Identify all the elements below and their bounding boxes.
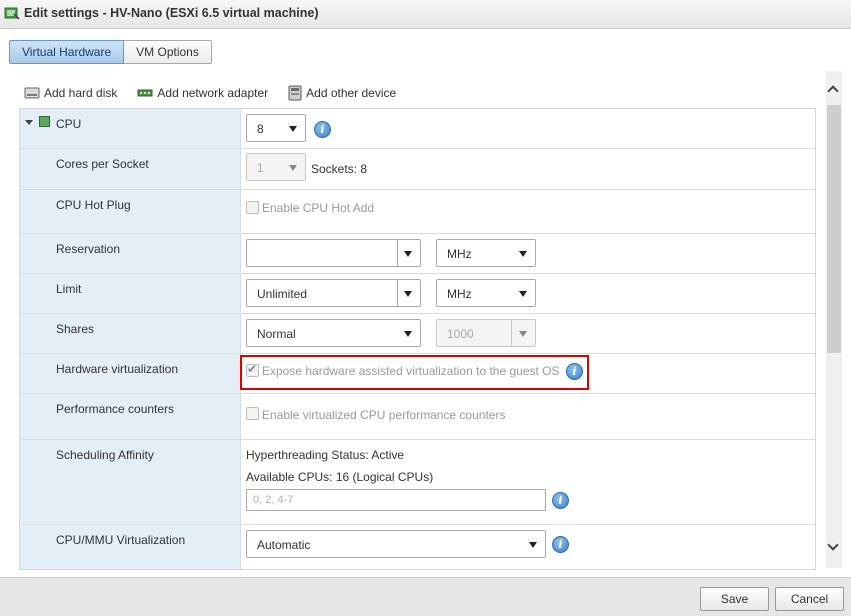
- dialog-footer: Save Cancel: [0, 577, 851, 616]
- limit-separator: [397, 280, 398, 306]
- add-other-device-button[interactable]: Add other device: [288, 85, 396, 101]
- chevron-down-icon: [519, 251, 527, 257]
- performance-counters-row: Performance counters Enable virtualized …: [20, 394, 815, 440]
- cpu-chip-icon: [39, 116, 50, 127]
- cores-per-socket-value: 1: [257, 161, 264, 175]
- shares-amount-combobox[interactable]: 1000: [436, 319, 536, 347]
- window-title: Edit settings - HV-Nano (ESXi 6.5 virtua…: [24, 6, 319, 20]
- shares-label-cell: Shares: [20, 314, 241, 353]
- add-hard-disk-button[interactable]: Add hard disk: [24, 86, 117, 100]
- cpu-mmu-virtualization-label-cell: CPU/MMU Virtualization: [20, 525, 241, 569]
- shares-amount-separator: [511, 320, 512, 346]
- add-network-adapter-label: Add network adapter: [157, 86, 269, 100]
- info-icon[interactable]: i: [314, 121, 331, 138]
- scheduling-affinity-label: Scheduling Affinity: [56, 448, 154, 462]
- tab-bar: Virtual Hardware VM Options: [9, 40, 212, 64]
- cores-per-socket-select[interactable]: 1: [246, 153, 306, 181]
- chevron-down-icon: [289, 165, 297, 171]
- cpu-label-cell: CPU: [20, 109, 241, 148]
- info-icon[interactable]: i: [552, 492, 569, 509]
- limit-row: Limit Unlimited MHz: [20, 274, 815, 314]
- shares-row: Shares Normal 1000: [20, 314, 815, 354]
- hardware-virtualization-label-cell: Hardware virtualization: [20, 354, 241, 393]
- network-adapter-icon: [137, 89, 153, 97]
- reservation-separator: [397, 240, 398, 266]
- reservation-label: Reservation: [56, 242, 121, 256]
- reservation-combobox[interactable]: [246, 239, 421, 267]
- cores-per-socket-label-cell: Cores per Socket: [20, 149, 241, 189]
- hardware-settings-grid: CPU 8 i Cores per Socket 1 Sockets: 8 CP…: [19, 108, 816, 570]
- cpu-row: CPU 8 i: [20, 109, 815, 149]
- shares-label: Shares: [56, 322, 95, 336]
- tab-virtual-hardware[interactable]: Virtual Hardware: [9, 40, 125, 64]
- performance-counters-checkbox[interactable]: [246, 407, 259, 420]
- cores-per-socket-row: Cores per Socket 1 Sockets: 8: [20, 149, 815, 190]
- limit-combobox[interactable]: Unlimited: [246, 279, 421, 307]
- scrollbar-thumb[interactable]: [827, 105, 841, 353]
- hyperthreading-status: Hyperthreading Status: Active: [246, 448, 405, 462]
- shares-amount-value: 1000: [447, 327, 474, 341]
- tab-vm-options[interactable]: VM Options: [124, 40, 212, 64]
- add-network-adapter-button[interactable]: Add network adapter: [137, 86, 268, 100]
- device-toolbar: Add hard disk Add network adapter Add ot…: [24, 85, 416, 101]
- add-other-device-label: Add other device: [306, 86, 397, 100]
- scheduling-affinity-row: Scheduling Affinity Hyperthreading Statu…: [20, 440, 815, 525]
- hard-disk-icon: [24, 87, 40, 99]
- vm-icon: [4, 7, 20, 20]
- shares-select[interactable]: Normal: [246, 319, 421, 347]
- title-bar: Edit settings - HV-Nano (ESXi 6.5 virtua…: [0, 0, 851, 29]
- chevron-down-icon: [289, 126, 297, 132]
- chevron-down-icon: [404, 251, 412, 257]
- limit-value: Unlimited: [257, 287, 308, 301]
- reservation-unit-select[interactable]: MHz: [436, 239, 536, 267]
- performance-counters-label: Performance counters: [56, 402, 175, 416]
- performance-counters-label-cell: Performance counters: [20, 394, 241, 439]
- chevron-down-icon: [529, 542, 537, 548]
- chevron-down-icon: [519, 291, 527, 297]
- chevron-down-icon[interactable]: [827, 539, 839, 551]
- chevron-down-icon: [404, 331, 412, 337]
- cancel-button[interactable]: Cancel: [775, 587, 844, 611]
- scheduling-affinity-label-cell: Scheduling Affinity: [20, 440, 241, 524]
- limit-unit-value: MHz: [447, 287, 472, 301]
- reservation-row: Reservation MHz: [20, 234, 815, 274]
- limit-label-cell: Limit: [20, 274, 241, 313]
- add-hard-disk-label: Add hard disk: [44, 86, 118, 100]
- cpu-mmu-virtualization-value: Automatic: [257, 538, 311, 552]
- cpu-mmu-virtualization-row: CPU/MMU Virtualization Automatic i: [20, 525, 815, 569]
- hardware-virtualization-label: Hardware virtualization: [56, 362, 179, 376]
- info-icon[interactable]: i: [552, 536, 569, 553]
- chevron-down-icon: [519, 331, 527, 337]
- cpu-label: CPU: [56, 117, 82, 131]
- vertical-scrollbar[interactable]: [826, 71, 842, 568]
- cpu-hot-plug-label-cell: CPU Hot Plug: [20, 190, 241, 233]
- expand-collapse-icon[interactable]: [25, 120, 33, 125]
- cpu-mmu-virtualization-select[interactable]: Automatic: [246, 530, 546, 558]
- cpu-hot-add-checkbox[interactable]: [246, 201, 259, 214]
- other-device-icon: [288, 85, 302, 101]
- chevron-up-icon[interactable]: [827, 85, 839, 97]
- sockets-count: Sockets: 8: [311, 162, 368, 176]
- scheduling-affinity-input[interactable]: 0, 2, 4-7: [246, 489, 546, 511]
- reservation-unit-value: MHz: [447, 247, 472, 261]
- highlight-box: [240, 355, 589, 390]
- chevron-down-icon: [404, 291, 412, 297]
- cpu-mmu-virtualization-label: CPU/MMU Virtualization: [56, 533, 186, 547]
- cpu-count-value: 8: [257, 122, 264, 136]
- available-cpus: Available CPUs: 16 (Logical CPUs): [246, 470, 434, 484]
- shares-value: Normal: [257, 327, 296, 341]
- cores-per-socket-label: Cores per Socket: [56, 157, 149, 171]
- cpu-hot-add-label: Enable CPU Hot Add: [262, 201, 375, 215]
- limit-label: Limit: [56, 282, 82, 296]
- scheduling-affinity-placeholder: 0, 2, 4-7: [253, 494, 294, 506]
- reservation-label-cell: Reservation: [20, 234, 241, 273]
- cpu-count-select[interactable]: 8: [246, 114, 306, 142]
- cpu-hot-plug-label: CPU Hot Plug: [56, 198, 131, 212]
- limit-unit-select[interactable]: MHz: [436, 279, 536, 307]
- performance-counters-checkbox-label: Enable virtualized CPU performance count…: [262, 408, 506, 422]
- cpu-hot-plug-row: CPU Hot Plug Enable CPU Hot Add: [20, 190, 815, 234]
- save-button[interactable]: Save: [700, 587, 769, 611]
